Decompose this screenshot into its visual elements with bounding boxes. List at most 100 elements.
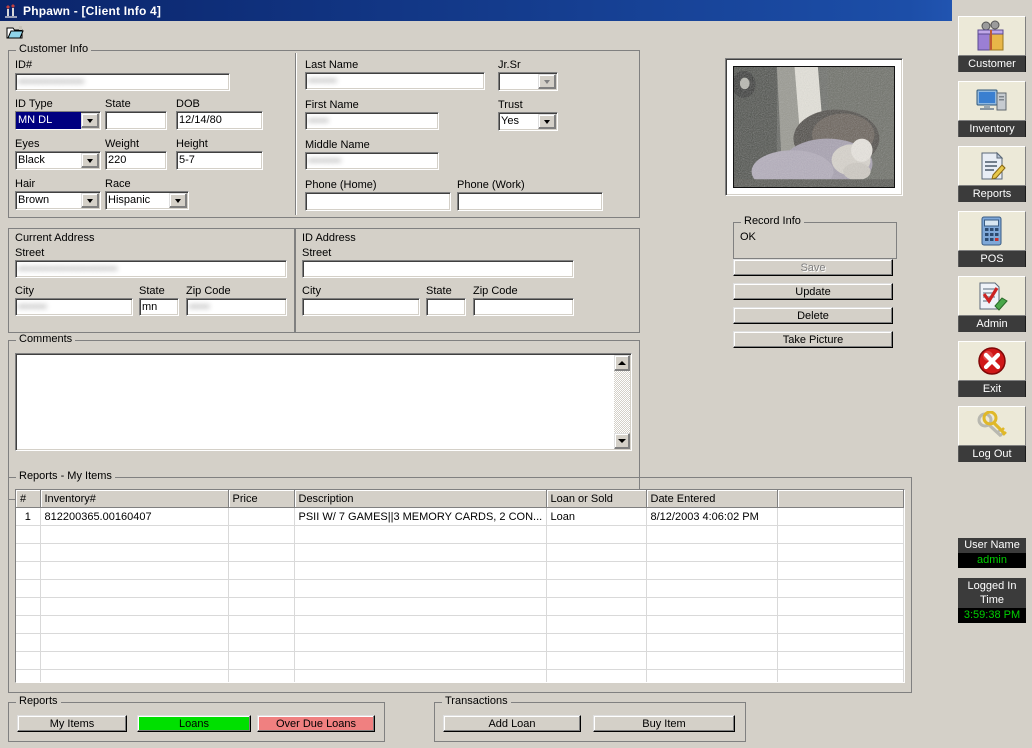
current-state-input[interactable]: mn — [139, 298, 179, 316]
id-street-input[interactable] — [302, 260, 574, 278]
reports-grid[interactable]: # Inventory# Price Description Loan or S… — [15, 489, 905, 683]
height-input[interactable]: 5-7 — [176, 151, 263, 170]
last-name-input[interactable]: ••••••• — [305, 72, 485, 90]
state-input[interactable] — [105, 111, 167, 130]
id-address-group: ID Address Street City State Zip Code — [295, 228, 640, 333]
col-description[interactable]: Description — [294, 490, 547, 508]
id-number-value: •••••••••••••••• — [18, 76, 85, 88]
hair-label: Hair — [15, 178, 36, 190]
current-zip-input[interactable]: ••••• — [186, 298, 287, 316]
eyes-value: Black — [18, 154, 45, 166]
reports-group-legend: Reports — [16, 696, 61, 707]
take-picture-button[interactable]: Take Picture — [733, 331, 893, 348]
chevron-down-icon[interactable] — [81, 193, 99, 208]
comments-textarea[interactable] — [15, 353, 632, 451]
sidebar-label-inventory: Inventory — [958, 121, 1026, 137]
loans-button[interactable]: Loans — [137, 715, 251, 732]
logged-in-box: Logged In Time 3:59:38 PM — [958, 578, 1026, 623]
middle-name-value: •••••••• — [308, 155, 342, 167]
id-zip-input[interactable] — [473, 298, 574, 316]
middle-name-input[interactable]: •••••••• — [305, 152, 439, 170]
id-state-input[interactable] — [426, 298, 466, 316]
chevron-down-icon[interactable] — [538, 74, 556, 89]
table-row-empty[interactable] — [16, 669, 904, 682]
table-row-empty[interactable] — [16, 633, 904, 652]
open-folder-icon[interactable] — [4, 23, 26, 41]
update-button[interactable]: Update — [733, 283, 893, 300]
current-zip-value: ••••• — [189, 301, 210, 313]
current-street-value: •••••••••••••••••••••••• — [18, 263, 118, 275]
cell-extra — [777, 507, 904, 526]
table-row[interactable]: 1 812200365.00160407 PSII W/ 7 GAMES||3 … — [16, 507, 904, 526]
hair-combo[interactable]: Brown — [15, 191, 101, 210]
chevron-down-icon[interactable] — [81, 153, 99, 168]
sidebar-label-pos: POS — [958, 251, 1026, 267]
sidebar-item-inventory[interactable]: Inventory — [958, 81, 1026, 137]
sidebar-item-pos[interactable]: POS — [958, 211, 1026, 267]
reports-group: Reports My Items Loans Over Due Loans — [8, 696, 385, 742]
dob-input[interactable]: 12/14/80 — [176, 111, 263, 130]
table-row-empty[interactable] — [16, 561, 904, 580]
sidebar-label-logout: Log Out — [958, 446, 1026, 462]
middle-name-label: Middle Name — [305, 139, 370, 151]
eyes-combo[interactable]: Black — [15, 151, 101, 170]
sidebar-item-admin[interactable]: Admin — [958, 276, 1026, 332]
delete-button[interactable]: Delete — [733, 307, 893, 324]
first-name-label: First Name — [305, 99, 359, 111]
id-city-input[interactable] — [302, 298, 420, 316]
comments-scrollbar[interactable] — [614, 355, 630, 449]
race-combo[interactable]: Hispanic — [105, 191, 189, 210]
col-extra[interactable] — [777, 490, 904, 508]
current-state-label: State — [139, 285, 165, 297]
add-loan-button[interactable]: Add Loan — [443, 715, 581, 732]
chevron-down-icon[interactable] — [538, 114, 556, 129]
current-street-input[interactable]: •••••••••••••••••••••••• — [15, 260, 287, 278]
col-loan-sold[interactable]: Loan or Sold — [546, 490, 647, 508]
record-info-group: Record Info OK — [733, 216, 897, 259]
scroll-up-icon[interactable] — [614, 355, 630, 371]
race-label: Race — [105, 178, 131, 190]
table-row-empty[interactable] — [16, 651, 904, 670]
current-city-input[interactable]: ••••••• — [15, 298, 133, 316]
sidebar-item-logout[interactable]: Log Out — [958, 406, 1026, 462]
transactions-group: Transactions Add Loan Buy Item — [434, 696, 746, 742]
sidebar-label-reports: Reports — [958, 186, 1026, 202]
jr-sr-combo[interactable] — [498, 72, 558, 91]
sidebar-item-reports[interactable]: Reports — [958, 146, 1026, 202]
table-row-empty[interactable] — [16, 525, 904, 544]
trust-combo[interactable]: Yes — [498, 112, 558, 131]
first-name-input[interactable]: ••••• — [305, 112, 439, 130]
calculator-icon — [958, 211, 1026, 251]
state-label: State — [105, 98, 131, 110]
table-row-empty[interactable] — [16, 579, 904, 598]
scroll-down-icon[interactable] — [614, 433, 630, 449]
sidebar-item-customer[interactable]: Customer — [958, 16, 1026, 72]
red-x-icon — [958, 341, 1026, 381]
col-num[interactable]: # — [16, 490, 41, 508]
table-row-empty[interactable] — [16, 597, 904, 616]
my-items-button[interactable]: My Items — [17, 715, 127, 732]
col-inventory[interactable]: Inventory# — [40, 490, 229, 508]
table-row-empty[interactable] — [16, 615, 904, 634]
scrollbar-track[interactable] — [614, 371, 630, 433]
sidebar-item-exit[interactable]: Exit — [958, 341, 1026, 397]
table-row-empty[interactable] — [16, 543, 904, 562]
id-type-combo[interactable]: MN DL — [15, 111, 101, 130]
col-date[interactable]: Date Entered — [646, 490, 778, 508]
phone-home-label: Phone (Home) — [305, 179, 377, 191]
phone-home-input[interactable] — [305, 192, 451, 211]
over-due-loans-button[interactable]: Over Due Loans — [257, 715, 375, 732]
first-name-value: ••••• — [308, 115, 329, 127]
customer-photo-frame[interactable] — [725, 58, 903, 196]
chevron-down-icon[interactable] — [169, 193, 187, 208]
client-area: Customer Info ID# •••••••••••••••• ID Ty… — [0, 42, 952, 748]
chevron-down-icon[interactable] — [81, 113, 99, 128]
save-button[interactable]: Save — [733, 259, 893, 276]
col-price[interactable]: Price — [228, 490, 295, 508]
phone-work-input[interactable] — [457, 192, 603, 211]
weight-input[interactable]: 220 — [105, 151, 167, 170]
last-name-value: ••••••• — [308, 75, 338, 87]
buy-item-button[interactable]: Buy Item — [593, 715, 735, 732]
id-number-input[interactable]: •••••••••••••••• — [15, 73, 230, 91]
height-label: Height — [176, 138, 208, 150]
